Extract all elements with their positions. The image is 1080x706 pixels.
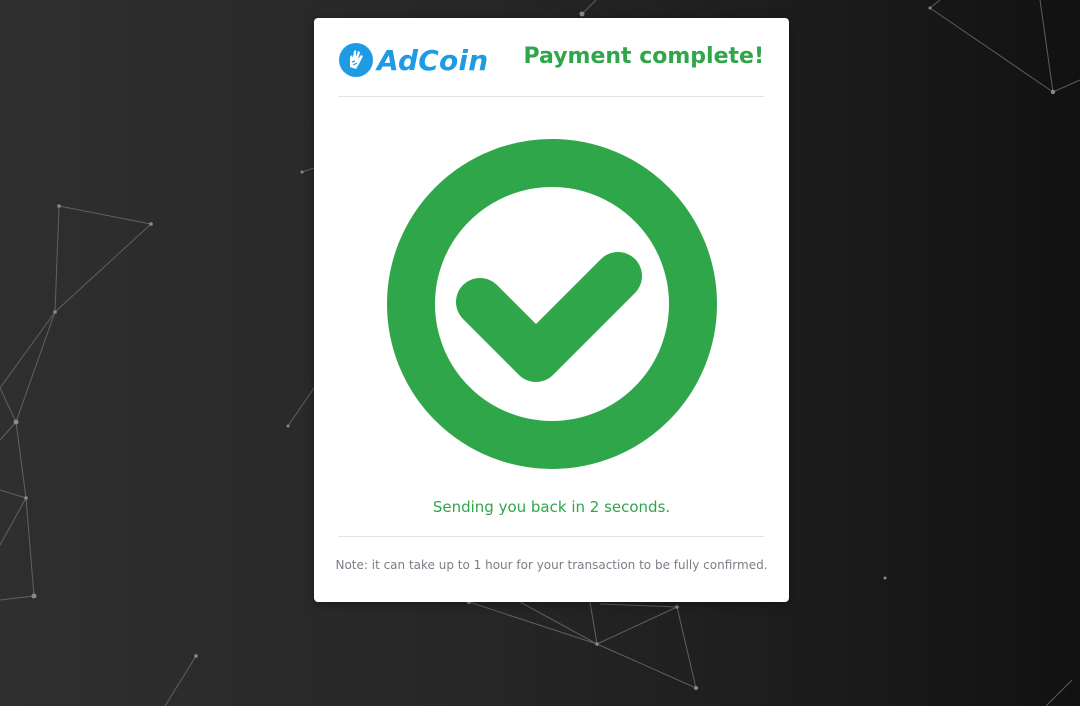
confirmation-note: Note: it can take up to 1 hour for your … [335,558,768,572]
page-title: Payment complete! [523,44,765,69]
card-header: AdCoin Payment complete! [338,38,764,97]
checkmark-circle-icon [387,139,717,469]
payment-status-card: AdCoin Payment complete! Sending you bac… [314,18,789,602]
brand-logo: AdCoin [338,42,488,78]
adcoin-hand-logo-icon [339,43,373,77]
redirect-countdown-text: Sending you back in 2 seconds. [432,498,671,516]
brand-name: AdCoin [377,43,489,77]
divider [338,536,764,537]
